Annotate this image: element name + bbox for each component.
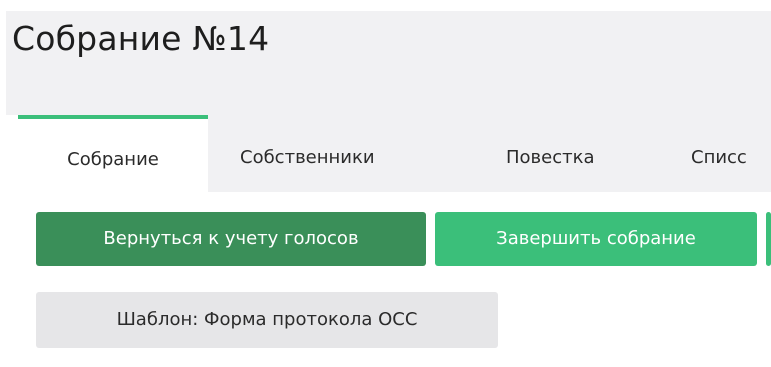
meeting-page: Собрание №14 Собрание Собственники Повес… [0,0,771,367]
return-to-vote-count-button[interactable]: Вернуться к учету голосов [36,212,426,266]
tab-owners[interactable]: Собственники [240,115,375,192]
more-actions-button[interactable] [766,212,771,266]
finish-meeting-button[interactable]: Завершить собрание [435,212,757,266]
page-title: Собрание №14 [12,19,270,58]
tab-bar: Собрание Собственники Повестка Списс [18,115,771,192]
meeting-content: Вернуться к учету голосов Завершить собр… [18,192,771,367]
tab-list[interactable]: Списс [691,115,747,192]
tab-agenda[interactable]: Повестка [506,115,595,192]
tab-meeting[interactable]: Собрание [18,115,208,192]
template-selector[interactable]: Шаблон: Форма протокола ОСС [36,292,498,348]
